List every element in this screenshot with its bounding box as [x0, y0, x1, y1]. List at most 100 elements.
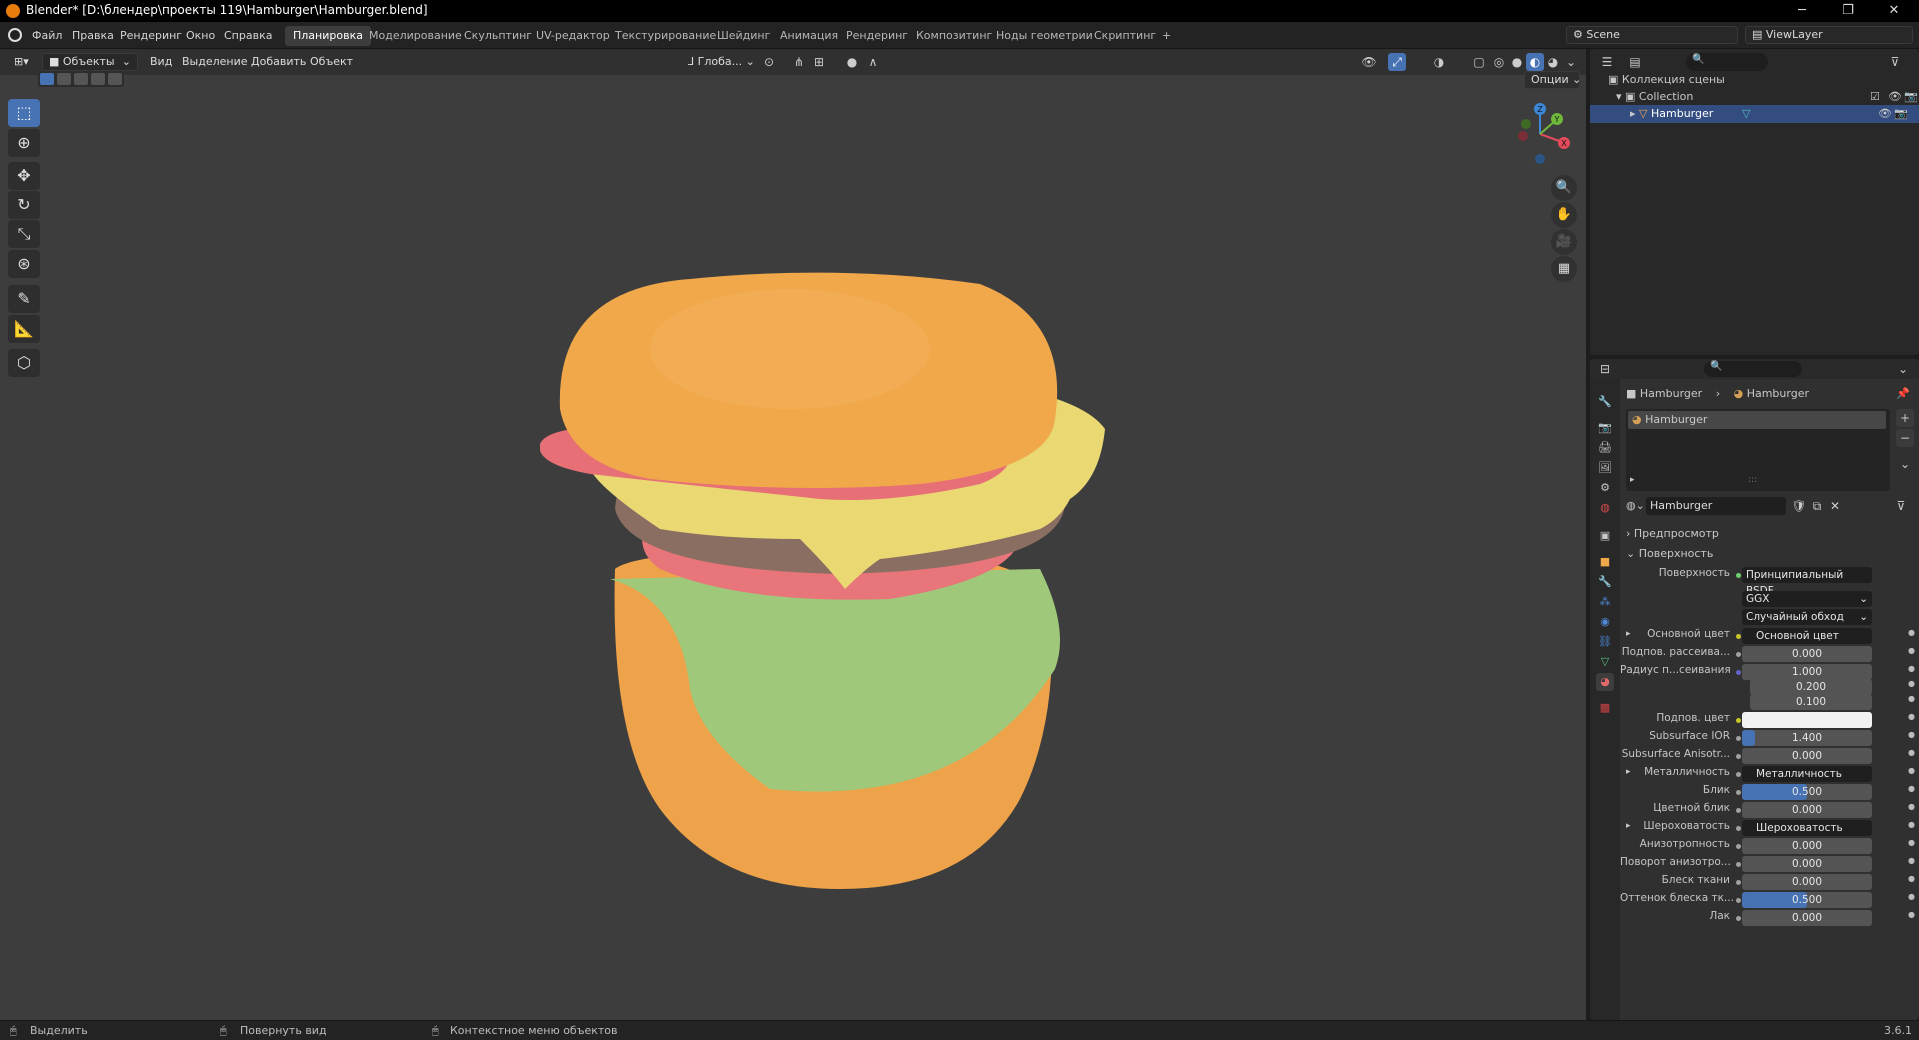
keyframe-dot-icon[interactable]: ●	[1908, 628, 1915, 637]
menu-window[interactable]: Окно	[180, 27, 221, 44]
menu-add[interactable]: Добавить	[247, 53, 310, 71]
filter-icon[interactable]: ⊽	[1886, 53, 1904, 71]
number-field[interactable]: 0.500	[1742, 784, 1872, 800]
material-slot-item[interactable]: ◕ Hamburger	[1628, 411, 1886, 429]
render-icon[interactable]: 📷	[1894, 105, 1908, 123]
select-subtract-icon[interactable]	[74, 73, 88, 85]
tab-animation[interactable]: Анимация	[772, 26, 846, 46]
gizmo-toggle-icon[interactable]: ⤢	[1388, 53, 1406, 71]
navigation-gizmo[interactable]: Z X Y	[1500, 99, 1570, 169]
menu-view[interactable]: Вид	[146, 53, 176, 71]
properties-panel[interactable]: ⊟ 🔍 ⌄ 🔧 📷 🖨 🖼 ⚙ ◍ ▣ ■ 🔧 ⁂ ◉ ⛓ ▽ ◕ ▩ ■ Ha…	[1590, 359, 1919, 1020]
keyframe-dot-icon[interactable]: ●	[1908, 838, 1915, 847]
keyframe-dot-icon[interactable]: ●	[1908, 874, 1915, 883]
tool-tab-icon[interactable]: 🔧	[1596, 393, 1614, 411]
material-name-field[interactable]: Hamburger	[1646, 497, 1786, 515]
options-dropdown[interactable]: Опции ⌄	[1524, 71, 1581, 89]
gizmo-neg-y-handle[interactable]	[1521, 119, 1531, 129]
constraints-tab-icon[interactable]: ⛓	[1596, 633, 1614, 651]
number-field[interactable]: 0.500	[1742, 892, 1872, 908]
viewlayer-selector[interactable]: ▤ ViewLayer	[1745, 26, 1913, 44]
menu-render[interactable]: Рендеринг	[114, 27, 188, 44]
visibility-icon[interactable]: 👁	[1360, 53, 1378, 71]
pin-icon[interactable]: 📌	[1896, 385, 1910, 403]
material-shading-icon[interactable]: ◐	[1526, 53, 1544, 71]
solid-shading-icon[interactable]: ●	[1508, 53, 1526, 71]
gizmo-neg-z-handle[interactable]	[1535, 154, 1545, 164]
keyframe-dot-icon[interactable]: ●	[1908, 784, 1915, 793]
render-tab-icon[interactable]: 📷	[1596, 419, 1614, 437]
keyframe-dot-icon[interactable]: ●	[1908, 892, 1915, 901]
cursor-tool[interactable]: ⊕	[8, 129, 40, 157]
keyframe-dot-icon[interactable]: ●	[1908, 730, 1915, 739]
menu-file[interactable]: Файл	[26, 27, 68, 44]
outliner-root[interactable]: ▣ Коллекция сцены	[1608, 71, 1908, 89]
material-tab-icon[interactable]: ◕	[1596, 673, 1614, 691]
render-icon[interactable]: 📷	[1904, 88, 1918, 106]
snap-icon[interactable]: ⋔	[790, 53, 808, 71]
menu-help[interactable]: Справка	[218, 27, 278, 44]
modifier-tab-icon[interactable]: 🔧	[1596, 573, 1614, 591]
tab-layout[interactable]: Планировка	[285, 26, 371, 46]
overlay-icon[interactable]: ◑	[1430, 53, 1448, 71]
input-socket-dot[interactable]	[1736, 916, 1741, 921]
select-invert-icon[interactable]	[91, 73, 105, 85]
keyframe-dot-icon[interactable]: ●	[1908, 802, 1915, 811]
mode-dropdown[interactable]: ■ Объекты ⌄	[42, 53, 138, 71]
tab-compositing[interactable]: Композитинг	[908, 26, 1000, 46]
gizmo-neg-x-handle[interactable]	[1518, 131, 1528, 141]
sss-method-dropdown[interactable]: Случайный обход ⌄	[1742, 609, 1872, 625]
input-socket-dot[interactable]	[1736, 736, 1741, 741]
snap-increment-icon[interactable]: ⊞	[810, 53, 828, 71]
falloff-icon[interactable]: ∧	[864, 53, 882, 71]
keyframe-dot-icon[interactable]: ●	[1908, 664, 1915, 673]
select-intersect-icon[interactable]	[108, 73, 122, 85]
select-box-tool[interactable]: ⬚	[8, 99, 40, 127]
keyframe-dot-icon[interactable]: ●	[1908, 766, 1915, 775]
input-socket-dot[interactable]	[1736, 670, 1741, 675]
input-socket-dot[interactable]	[1736, 862, 1741, 867]
move-tool[interactable]: ✥	[8, 162, 40, 190]
display-mode-icon[interactable]: ▤	[1626, 53, 1644, 71]
menu-object[interactable]: Объект	[306, 53, 357, 71]
keyframe-dot-icon[interactable]: ●	[1908, 646, 1915, 655]
keyframe-dot-icon[interactable]: ●	[1908, 748, 1915, 757]
surface-shader-field[interactable]: Принципиальный BSDF	[1742, 567, 1872, 597]
annotate-tool[interactable]: ✎	[8, 285, 40, 313]
add-slot-button[interactable]: +	[1896, 409, 1914, 427]
pivot-icon[interactable]: ⊙	[760, 53, 778, 71]
transform-orientation-dropdown[interactable]: ⅃ Глоба... ⌄	[684, 53, 759, 71]
perspective-toggle-icon[interactable]: ▦	[1551, 256, 1577, 282]
outliner-collection[interactable]: ▾ ▣ Collection ☑ 👁 📷	[1616, 88, 1918, 106]
scale-tool[interactable]: ⤡	[8, 220, 40, 248]
menu-edit[interactable]: Правка	[66, 27, 120, 44]
tab-shading[interactable]: Шейдинг	[709, 26, 778, 46]
color-swatch[interactable]	[1742, 712, 1872, 728]
linked-input-field[interactable]: Металличность	[1742, 766, 1872, 782]
scene-selector[interactable]: ⚙ Scene	[1566, 26, 1738, 44]
outliner-panel[interactable]: ☰ ▤ 🔍 ⊽ ▣ Коллекция сцены ▾ ▣ Collection…	[1590, 49, 1919, 355]
physics-tab-icon[interactable]: ◉	[1596, 613, 1614, 631]
number-field[interactable]: 0.000	[1742, 910, 1872, 926]
input-socket-dot[interactable]	[1736, 790, 1741, 795]
unlink-material-icon[interactable]: ✕	[1826, 497, 1844, 515]
world-tab-icon[interactable]: ◍	[1596, 499, 1614, 517]
outliner-object-hamburger[interactable]: ▸ ▽ Hamburger ▽ 👁 📷	[1590, 105, 1919, 123]
tab-texture-paint[interactable]: Текстурирование	[607, 26, 724, 46]
linked-input-field[interactable]: Основной цвет	[1742, 628, 1872, 644]
keyframe-dot-icon[interactable]: ●	[1908, 820, 1915, 829]
input-socket-dot[interactable]	[1736, 844, 1741, 849]
slot-menu-chevron-icon[interactable]: ⌄	[1896, 455, 1914, 473]
input-socket-dot[interactable]	[1736, 718, 1741, 723]
number-field[interactable]: 0.000	[1742, 856, 1872, 872]
measure-tool[interactable]: 📐	[8, 315, 40, 343]
transform-tool[interactable]: ⊛	[8, 250, 40, 278]
input-socket-dot[interactable]	[1736, 652, 1741, 657]
tab-modeling[interactable]: Моделирование	[361, 26, 470, 46]
input-socket-dot[interactable]	[1736, 808, 1741, 813]
expand-icon[interactable]: ▸	[1630, 475, 1635, 485]
outliner-search-input[interactable]: 🔍	[1686, 53, 1768, 71]
tab-scripting[interactable]: Скриптинг	[1086, 26, 1164, 46]
number-field[interactable]: 0.100	[1750, 694, 1872, 710]
output-tab-icon[interactable]: 🖨	[1596, 439, 1614, 457]
